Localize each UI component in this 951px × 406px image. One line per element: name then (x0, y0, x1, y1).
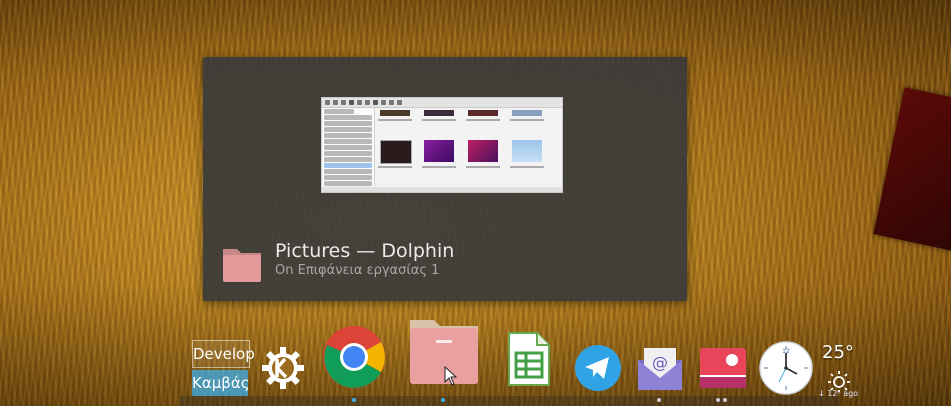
thumbnail-sidebar (322, 108, 375, 186)
chrome-icon[interactable] (322, 325, 386, 389)
window-thumbnail[interactable] (321, 97, 563, 193)
pager-desktop-2[interactable]: Καμβάς (192, 370, 250, 396)
window-desktop-label: Οn Επιφάνεια εργασίας 1 (275, 263, 440, 278)
pager-desktop-1[interactable]: Develop (192, 340, 255, 368)
dolphin-running-indicator (441, 398, 445, 402)
dock-bar (180, 396, 840, 406)
chrome-running-indicator (352, 398, 356, 402)
weather-update-note: ↓ 12ʰ ago (818, 389, 859, 398)
window-switcher[interactable]: Pictures — Dolphin Οn Επιφάνεια εργασίας… (203, 57, 687, 301)
paper-plane-icon[interactable] (574, 344, 622, 392)
weather-temperature: 25° (822, 342, 854, 363)
thumbnail-file-grid (378, 110, 558, 186)
folder-icon (223, 249, 261, 282)
window-title: Pictures — Dolphin (275, 240, 455, 262)
svg-text:@: @ (652, 353, 668, 372)
virtual-desktop-pager[interactable]: Develop Καμβάς (192, 340, 255, 398)
spreadsheet-icon[interactable] (506, 331, 552, 387)
mail-icon[interactable]: @ (636, 346, 684, 392)
mail-running-indicator (657, 398, 661, 402)
clock-icon[interactable]: 12 (759, 341, 813, 395)
pager-desktop-2-label: Καμβάς (192, 374, 250, 392)
photos-running-indicator-1 (716, 398, 720, 402)
thumbnail-toolbar (322, 98, 562, 108)
mouse-cursor-icon (444, 366, 458, 386)
photos-running-indicator-2 (723, 398, 727, 402)
kde-gear-icon[interactable] (260, 345, 306, 391)
photo-icon[interactable] (698, 346, 748, 390)
thumbnail-statusbar (322, 187, 562, 192)
pager-desktop-1-label: Develop (193, 345, 255, 363)
